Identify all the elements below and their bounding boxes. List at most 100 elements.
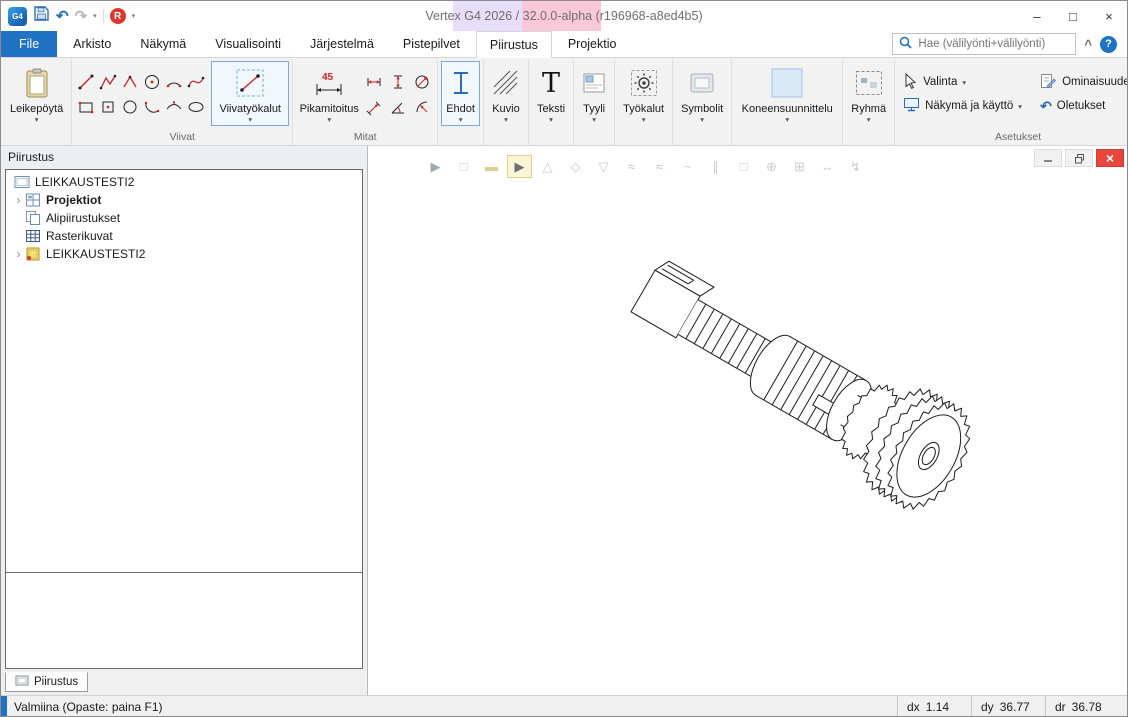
redo-dropdown-icon[interactable]: ▾ <box>93 12 97 20</box>
arc-2pt-tool-icon[interactable] <box>141 95 163 119</box>
qat-dropdown-icon[interactable]: ▾ <box>132 12 136 20</box>
diameter-dimension-icon[interactable] <box>411 70 433 94</box>
canvas-tool-grid[interactable]: ⊞ <box>787 155 812 178</box>
save-button[interactable] <box>33 5 50 27</box>
canvas-tool-filter[interactable]: ▽ <box>591 155 616 178</box>
tab-visualisointi[interactable]: Visualisointi <box>202 31 294 57</box>
symbolit-button[interactable]: Symbolit ▾ <box>676 61 728 126</box>
teksti-button[interactable]: T Teksti ▾ <box>532 61 570 126</box>
minimize-button[interactable]: – <box>1019 1 1055 31</box>
help-button[interactable]: ? <box>1100 36 1117 53</box>
kuvio-button[interactable]: Kuvio ▾ <box>487 61 525 126</box>
tree-item-label: Alipiirustukset <box>46 211 120 225</box>
tab-arkisto[interactable]: Arkisto <box>60 31 124 57</box>
valinta-button[interactable]: Valinta ▾ <box>898 70 1027 94</box>
tab-piirustus[interactable]: Piirustus <box>476 31 552 58</box>
rectangle-tool-icon[interactable] <box>75 95 97 119</box>
expand-chevron-icon[interactable]: › <box>12 192 25 208</box>
canvas-tool-waves[interactable]: ≈ <box>647 155 672 178</box>
expand-chevron-icon[interactable]: › <box>12 246 25 262</box>
vertical-dimension-icon[interactable] <box>387 70 409 94</box>
ribbon-group-teksti: T Teksti ▾ <box>529 59 574 145</box>
app-logo-icon[interactable]: G4 <box>8 7 27 26</box>
canvas-tool-pointer[interactable]: ▶ <box>423 155 448 178</box>
aligned-dimension-icon[interactable] <box>363 95 385 119</box>
drawing-canvas[interactable]: × ▶ □ ▬ ▶ △ ◇ ▽ ≈ ≈ ~ ∥ □ ⊕ ⊞ ↔ ↯ <box>368 146 1127 695</box>
canvas-tool-polygon[interactable]: ◇ <box>563 155 588 178</box>
pikamitoitus-button[interactable]: 45 Pikamitoitus ▾ <box>296 61 362 126</box>
close-button[interactable]: × <box>1091 1 1127 31</box>
tree-item-projektiot[interactable]: › Projektiot <box>6 191 362 209</box>
canvas-tool-move[interactable]: ↔ <box>815 155 840 178</box>
nakyma-label: Näkymä ja käyttö <box>925 100 1013 112</box>
tree-item-rasterikuvat[interactable]: Rasterikuvat <box>6 227 362 245</box>
search-input[interactable]: Hae (välilyönti+välilyönti) <box>892 33 1076 55</box>
radius-dimension-icon[interactable] <box>411 95 433 119</box>
canvas-tool-parallel[interactable]: ∥ <box>703 155 728 178</box>
doc-minimize-button[interactable] <box>1034 149 1062 167</box>
tyyli-button[interactable]: Tyyli ▾ <box>577 61 611 126</box>
canvas-tool-triangle[interactable]: △ <box>535 155 560 178</box>
tree-item-root[interactable]: LEIKKAUSTESTI2 <box>6 173 362 191</box>
tab-jarjestelma[interactable]: Järjestelmä <box>297 31 387 57</box>
canvas-tool-region[interactable]: □ <box>731 155 756 178</box>
ryhma-dropdown-icon: ▾ <box>867 116 871 124</box>
ominaisuudet-button[interactable]: Ominaisuudet <box>1035 70 1128 94</box>
tree-item-leikkaustesti2[interactable]: › LEIKKAUSTESTI2 <box>6 245 362 263</box>
ellipse-tool-icon[interactable] <box>185 95 207 119</box>
spline-tool-icon[interactable] <box>185 70 207 94</box>
tyyli-dropdown-icon: ▾ <box>592 116 596 124</box>
tyokalut-dropdown-icon: ▾ <box>642 116 646 124</box>
maximize-button[interactable]: □ <box>1055 1 1091 31</box>
canvas-tool-select-box[interactable]: □ <box>451 155 476 178</box>
doc-close-button[interactable]: × <box>1096 149 1124 167</box>
tree-item-label: Projektiot <box>46 193 101 207</box>
tab-pistepilvet[interactable]: Pistepilvet <box>390 31 473 57</box>
statusbar: Valmiina (Opaste: paina F1) dx1.14 dy36.… <box>1 695 1127 717</box>
app-window: G4 ↶ ↷ ▾ R ▾ Vertex G4 2026 / 32.0.0-alp… <box>0 0 1128 717</box>
drawing-tree[interactable]: LEIKKAUSTESTI2 › Projektiot Alipiirustuk… <box>5 169 363 573</box>
viivatyokalut-button[interactable]: Viivatyökalut ▾ <box>211 61 289 126</box>
redo-button[interactable]: ↷ <box>75 9 88 24</box>
polyline-tool-icon[interactable] <box>97 70 119 94</box>
drawing-tab-icon <box>15 675 29 690</box>
tree-item-alipiirustukset[interactable]: Alipiirustukset <box>6 209 362 227</box>
canvas-tool-layers[interactable]: ≈ <box>619 155 644 178</box>
canvas-tool-zoom[interactable]: ⊕ <box>759 155 784 178</box>
arc-3pt-tool-icon[interactable] <box>163 95 185 119</box>
canvas-tool-freehand[interactable]: ~ <box>675 155 700 178</box>
ehdot-button[interactable]: Ehdot ▾ <box>441 61 480 126</box>
canvas-tool-ruler[interactable]: ▬ <box>479 155 504 178</box>
canvas-tool-cursor-active[interactable]: ▶ <box>507 155 532 178</box>
undo-button[interactable]: ↶ <box>56 9 69 24</box>
kuvio-dropdown-icon: ▾ <box>504 116 508 124</box>
tab-file[interactable]: File <box>1 31 57 57</box>
collapse-ribbon-icon[interactable]: ^ <box>1084 37 1092 52</box>
angle-dimension-icon[interactable] <box>387 95 409 119</box>
circle-center-tool-icon[interactable] <box>141 70 163 94</box>
panel-bottom: Piirustus <box>1 669 367 695</box>
angle-line-tool-icon[interactable] <box>119 70 141 94</box>
tab-nakyma[interactable]: Näkymä <box>127 31 199 57</box>
group-icon <box>855 65 883 101</box>
tyokalut-button[interactable]: Työkalut ▾ <box>618 61 669 126</box>
panel-tab-piirustus[interactable]: Piirustus <box>5 672 88 692</box>
ryhma-button[interactable]: Ryhmä ▾ <box>846 61 891 126</box>
arc-tool-icon[interactable] <box>163 70 185 94</box>
group-label-mitat: Mitat <box>294 130 436 145</box>
paste-button[interactable]: Leikepöytä ▾ <box>5 61 68 126</box>
horizontal-dimension-icon[interactable] <box>363 70 385 94</box>
nakyma-ja-kaytto-button[interactable]: Näkymä ja käyttö ▾ <box>898 94 1027 118</box>
symbolit-dropdown-icon: ▾ <box>700 116 704 124</box>
line-tools-grid <box>75 69 207 119</box>
r-badge-button[interactable]: R <box>110 8 126 24</box>
line-tool-icon[interactable] <box>75 70 97 94</box>
koneensuunnittelu-button[interactable]: Koneensuunnittelu ▾ <box>735 61 839 126</box>
doc-restore-button[interactable] <box>1065 149 1093 167</box>
tab-projektio[interactable]: Projektio <box>555 31 630 57</box>
ribbon-group-symbolit: Symbolit ▾ <box>673 59 732 145</box>
square-tool-icon[interactable] <box>97 95 119 119</box>
oletukset-button[interactable]: ↶ Oletukset <box>1035 94 1128 118</box>
circle-tool-icon[interactable] <box>119 95 141 119</box>
canvas-tool-axis[interactable]: ↯ <box>843 155 868 178</box>
